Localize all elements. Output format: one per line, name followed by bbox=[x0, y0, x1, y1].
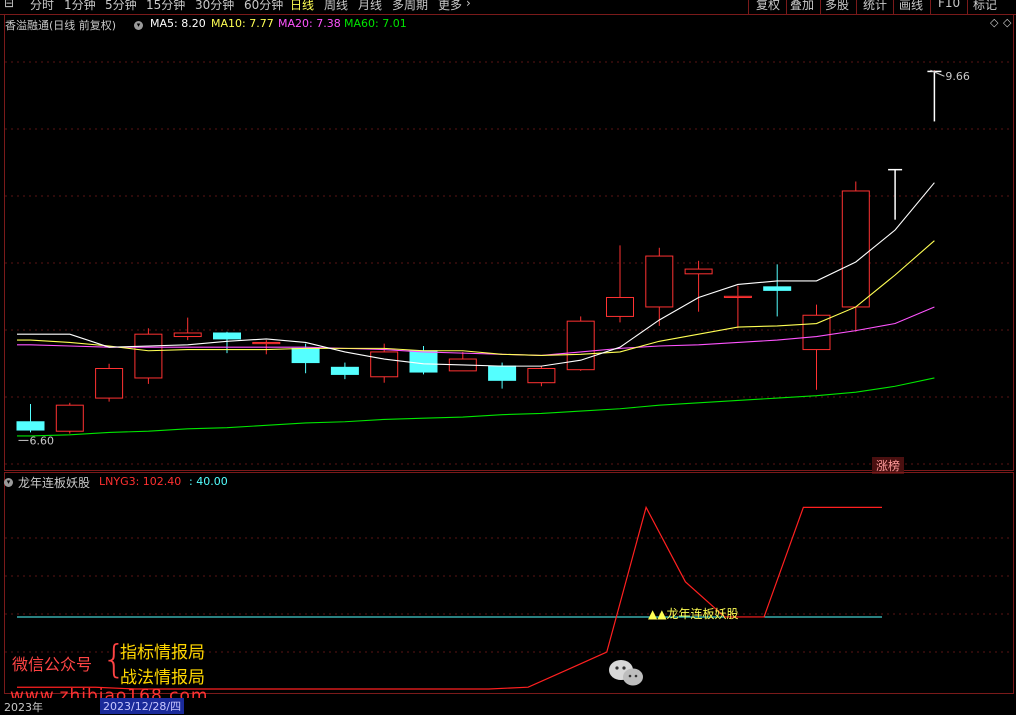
signal-label: ▲▲龙年连板妖股 bbox=[648, 607, 739, 621]
wechat-account-label: 微信公众号 bbox=[12, 655, 93, 674]
year-label: 2023年 bbox=[4, 701, 43, 714]
brand-line1: 指标情报局 bbox=[120, 643, 205, 663]
brand-line2: 战法情报局 bbox=[120, 668, 205, 688]
wechat-icon bbox=[608, 658, 646, 688]
indicator-chart bbox=[5, 505, 1013, 690]
cursor-date: 2023/12/28/四 bbox=[100, 698, 185, 714]
date-axis: 2023年 2023/12/28/四 bbox=[0, 698, 1016, 714]
